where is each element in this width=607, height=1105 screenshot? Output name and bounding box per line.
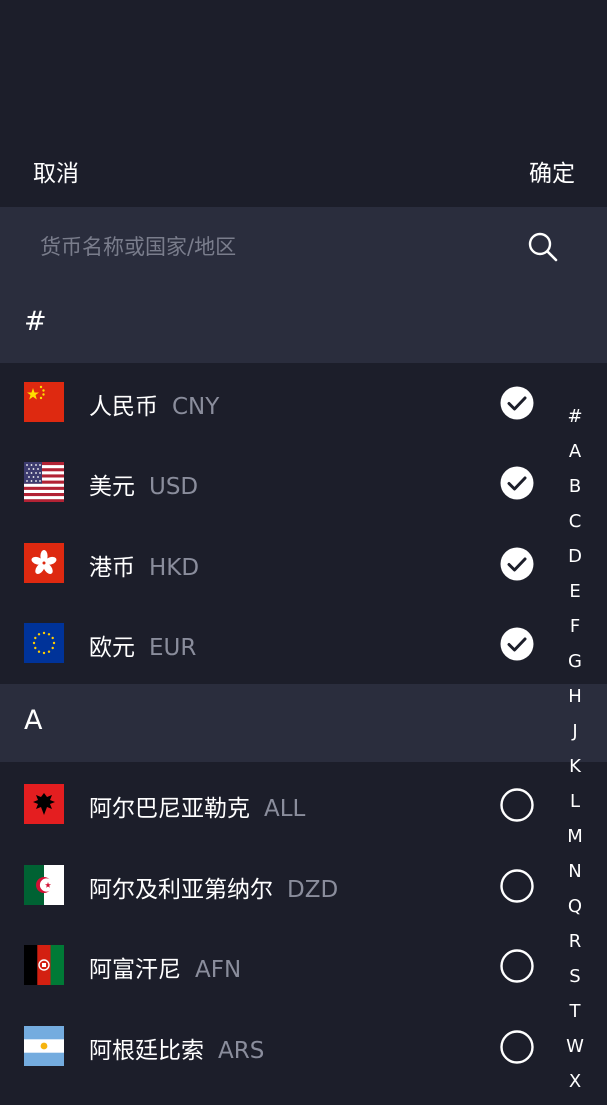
currency-row-all[interactable]: 阿尔巴尼亚勒克 ALL [0, 764, 560, 844]
search-icon[interactable] [527, 231, 559, 263]
index-letter[interactable]: D [560, 545, 590, 580]
currency-name: 阿根廷比索 [89, 1038, 204, 1064]
currency-label: 阿尔及利亚第纳尔 DZD [89, 870, 338, 904]
index-letter[interactable]: N [560, 860, 590, 895]
al-flag-icon [24, 784, 64, 824]
index-letter[interactable]: M [560, 825, 590, 860]
ar-flag-icon [24, 1026, 64, 1066]
index-letter[interactable]: J [560, 720, 590, 755]
unchecked-icon[interactable] [500, 788, 534, 822]
currency-name: 阿富汗尼 [89, 957, 181, 983]
index-letter[interactable]: S [560, 965, 590, 1000]
currency-name: 阿尔及利亚第纳尔 [89, 877, 273, 903]
currency-code: EUR [149, 635, 197, 661]
dz-flag-icon [24, 865, 64, 905]
top-bar: 取消 确定 [0, 0, 607, 207]
checked-icon[interactable] [500, 547, 534, 581]
checked-icon[interactable] [500, 466, 534, 500]
currency-name: 阿尔巴尼亚勒克 [89, 796, 250, 822]
currency-label: 阿根廷比索 ARS [89, 1031, 264, 1065]
currency-code: ARS [218, 1038, 265, 1064]
checked-icon[interactable] [500, 386, 534, 420]
currency-label: 美元 USD [89, 467, 198, 501]
unchecked-icon[interactable] [500, 869, 534, 903]
cn-flag-icon [24, 382, 64, 422]
currency-code: HKD [149, 555, 200, 581]
index-letter[interactable]: X [560, 1070, 590, 1105]
eu-flag-icon [24, 623, 64, 663]
currency-label: 港币 HKD [89, 548, 199, 582]
section-letter: # [24, 306, 47, 337]
currency-label: 欧元 EUR [89, 628, 196, 662]
index-letter[interactable]: T [560, 1000, 590, 1035]
currency-code: AFN [195, 957, 242, 983]
checked-icon[interactable] [500, 627, 534, 661]
unchecked-icon[interactable] [500, 949, 534, 983]
currency-row-hkd[interactable]: 港币 HKD [0, 523, 560, 603]
hk-flag-icon [24, 543, 64, 583]
currency-code: USD [149, 474, 199, 500]
section-header-hash: # [0, 285, 607, 363]
index-letter[interactable]: E [560, 580, 590, 615]
index-letter[interactable]: B [560, 475, 590, 510]
index-letter[interactable]: # [560, 405, 590, 440]
currency-row-dzd[interactable]: 阿尔及利亚第纳尔 DZD [0, 845, 560, 925]
section-header-a: A [0, 684, 607, 762]
currency-row-ars[interactable]: 阿根廷比索 ARS [0, 1006, 560, 1086]
currency-name: 港币 [89, 555, 135, 581]
currency-label: 人民币 CNY [89, 387, 219, 421]
index-letter[interactable]: L [560, 790, 590, 825]
section-letter: A [24, 705, 43, 736]
currency-row-usd[interactable]: 美元 USD [0, 442, 560, 522]
search-input[interactable] [40, 227, 500, 267]
unchecked-icon[interactable] [500, 1030, 534, 1064]
confirm-button[interactable]: 确定 [529, 154, 575, 188]
index-letter[interactable]: H [560, 685, 590, 720]
currency-name: 人民币 [89, 394, 158, 420]
index-letter[interactable]: R [560, 930, 590, 965]
alphabet-index-bar[interactable]: # A B C D E F G H J K L M N Q R S T W X [560, 405, 590, 1105]
currency-code: CNY [172, 394, 220, 420]
af-flag-icon [24, 945, 64, 985]
cancel-button[interactable]: 取消 [33, 154, 79, 188]
index-letter[interactable]: K [560, 755, 590, 790]
index-letter[interactable]: F [560, 615, 590, 650]
currency-label: 阿富汗尼 AFN [89, 950, 241, 984]
currency-row-eur[interactable]: 欧元 EUR [0, 603, 560, 683]
index-letter[interactable]: G [560, 650, 590, 685]
currency-code: DZD [287, 877, 339, 903]
currency-label: 阿尔巴尼亚勒克 ALL [89, 789, 305, 823]
currency-code: ALL [264, 796, 306, 822]
index-letter[interactable]: Q [560, 895, 590, 930]
index-letter[interactable]: W [560, 1035, 590, 1070]
currency-name: 欧元 [89, 635, 135, 661]
index-letter[interactable]: A [560, 440, 590, 475]
currency-row-afn[interactable]: 阿富汗尼 AFN [0, 925, 560, 1005]
currency-name: 美元 [89, 474, 135, 500]
currency-row-cny[interactable]: 人民币 CNY [0, 362, 560, 442]
us-flag-icon [24, 462, 64, 502]
search-bar [0, 207, 607, 285]
index-letter[interactable]: C [560, 510, 590, 545]
